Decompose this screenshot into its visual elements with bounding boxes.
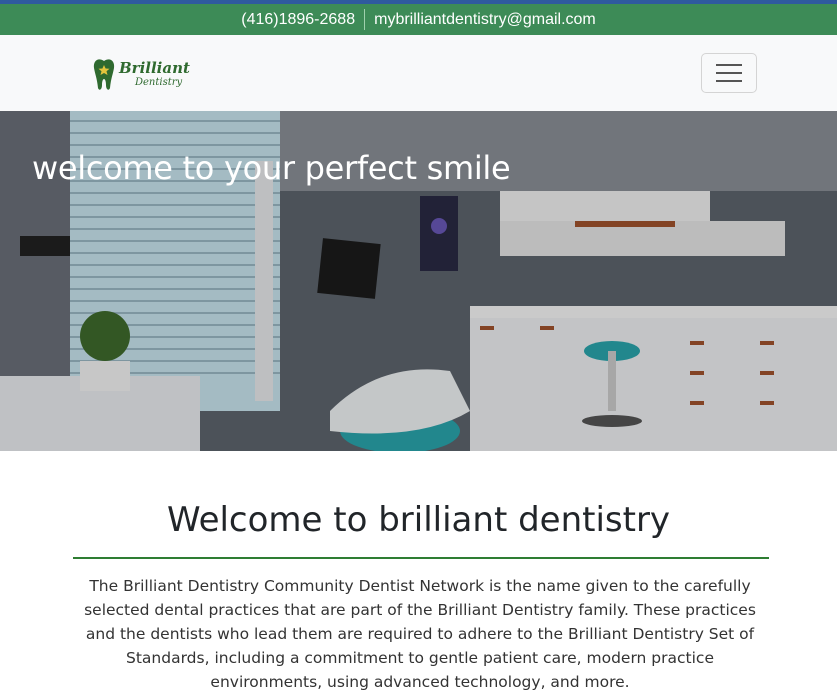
navbar: Brilliant Dentistry	[0, 35, 837, 111]
welcome-section: Welcome to brilliant dentistry	[0, 500, 837, 540]
brand-logo[interactable]: Brilliant Dentistry	[92, 55, 202, 93]
welcome-paragraph: The Brilliant Dentistry Community Dentis…	[84, 577, 756, 691]
brand-wordmark: Brilliant Dentistry	[119, 58, 190, 88]
hero-title: welcome to your perfect smile	[32, 149, 511, 187]
brand-subtitle: Dentistry	[135, 76, 183, 88]
phone-link[interactable]: (416)1896-2688	[241, 11, 355, 29]
email-link[interactable]: mybrilliantdentistry@gmail.com	[374, 11, 596, 29]
menu-toggle-button[interactable]	[701, 53, 757, 93]
brand-name: Brilliant	[119, 58, 190, 77]
tooth-logo-icon	[93, 59, 115, 90]
contact-bar: (416)1896-2688 mybrilliantdentistry@gmai…	[0, 4, 837, 35]
contact-separator	[364, 9, 366, 30]
welcome-heading: Welcome to brilliant dentistry	[166, 500, 671, 540]
section-divider	[73, 557, 769, 559]
hero-banner: welcome to your perfect smile	[0, 111, 837, 451]
